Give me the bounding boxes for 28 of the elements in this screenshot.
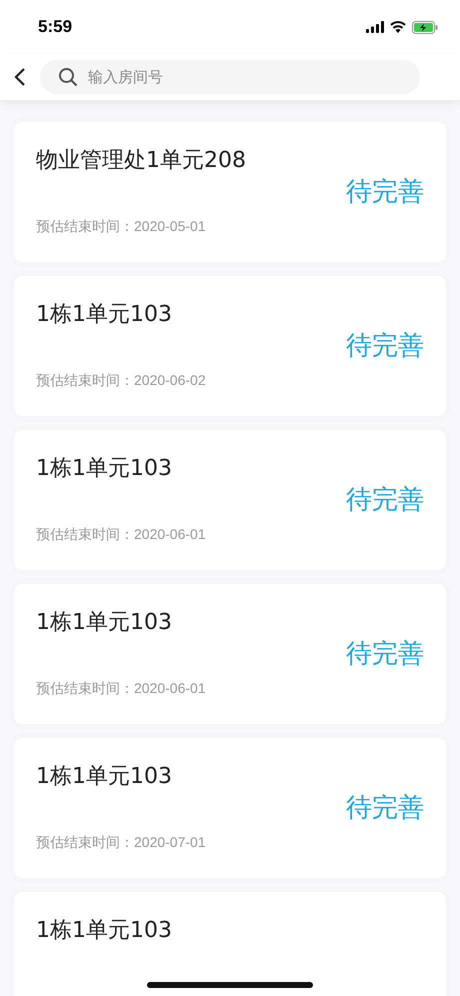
room-status: 待完善 [346, 330, 424, 363]
end-date: 预估结束时间：2020-06-01 [36, 526, 207, 544]
room-title: 1栋1单元103 [36, 301, 173, 329]
end-date: 预估结束时间：2020-05-01 [36, 218, 207, 236]
room-card[interactable]: 1栋1单元103 待完善 预估结束时间：2020-06-01 [14, 430, 446, 570]
end-date: 预估结束时间：2020-07-01 [36, 834, 207, 852]
end-date: 预估结束时间：2020-06-01 [36, 680, 207, 698]
room-title: 1栋1单元103 [36, 455, 173, 483]
room-card[interactable]: 1栋1单元103 待完善 预估结束时间：2020-07-01 [14, 738, 446, 878]
status-time: 5:59 [38, 17, 72, 37]
room-title: 1栋1单元103 [36, 763, 173, 791]
room-card[interactable]: 1栋1单元103 待完善 预估结束时间：2020-06-02 [14, 276, 446, 416]
room-card[interactable]: 1栋1单元103 [14, 892, 446, 996]
back-icon[interactable] [14, 67, 26, 87]
search-field[interactable]: 输入房间号 [40, 60, 420, 94]
room-status: 待完善 [346, 484, 424, 517]
room-card[interactable]: 物业管理处1单元208 待完善 预估结束时间：2020-05-01 [14, 122, 446, 262]
room-card[interactable]: 1栋1单元103 待完善 预估结束时间：2020-06-01 [14, 584, 446, 724]
wifi-icon [390, 21, 406, 33]
signal-icon [366, 21, 384, 33]
room-status: 待完善 [346, 176, 424, 209]
room-title: 1栋1单元103 [36, 609, 173, 637]
room-status: 待完善 [346, 638, 424, 671]
battery-icon [412, 20, 438, 34]
end-date: 预估结束时间：2020-06-02 [36, 372, 207, 390]
room-title: 1栋1单元103 [36, 917, 173, 945]
room-title: 物业管理处1单元208 [36, 147, 247, 175]
room-status: 待完善 [346, 792, 424, 825]
